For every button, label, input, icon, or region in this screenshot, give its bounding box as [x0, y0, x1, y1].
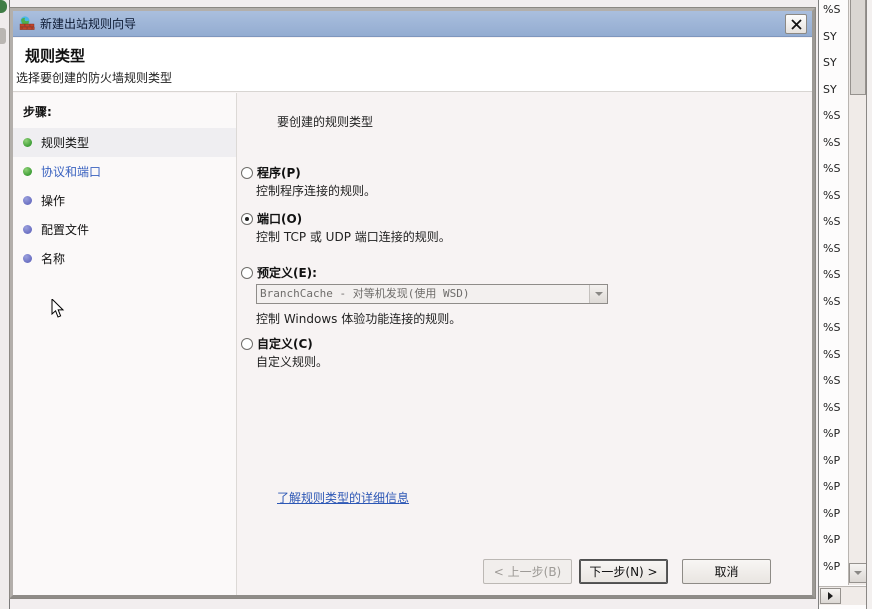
step-label: 协议和端口	[41, 165, 102, 179]
radio-custom[interactable]	[241, 338, 253, 350]
background-list-row: %S	[823, 268, 841, 281]
scroll-down-button[interactable]	[849, 563, 867, 583]
page-subtitle: 选择要创建的防火墙规则类型	[16, 71, 173, 85]
background-icon-fragment	[0, 28, 6, 44]
screen: { "window": { "title": "新建出站规则向导" }, "he…	[0, 0, 872, 609]
background-window-left-edge	[0, 0, 10, 609]
background-icon-fragment	[0, 0, 7, 13]
background-window-list: %S SY SY SY %S %S %S %S %S %S %S %S %S %S %S %S %P %P %P %P…	[818, 0, 872, 609]
step-item-0[interactable]: 规则类型	[13, 128, 236, 157]
step-item-2[interactable]: 操作	[13, 186, 236, 215]
background-list-row: %S	[823, 321, 841, 334]
background-list-row: %S	[823, 135, 841, 149]
option-port-desc: 控制 TCP 或 UDP 端口连接的规则。	[256, 230, 451, 244]
option-program-label[interactable]: 程序(P)	[257, 164, 301, 181]
mouse-cursor	[51, 299, 65, 318]
background-window-frame-edge	[866, 0, 872, 609]
background-list-row: %S	[823, 347, 841, 361]
background-list-row: %S	[823, 400, 841, 414]
new-outbound-rule-wizard-dialog: 新建出站规则向导 规则类型 选择要创建的防火墙规则类型 步骤: 规则类型协议和端…	[10, 8, 815, 598]
background-list-row: %S	[823, 241, 841, 255]
radio-port[interactable]	[241, 213, 253, 225]
title-bar[interactable]: 新建出站规则向导	[13, 11, 812, 37]
radio-program[interactable]	[241, 167, 253, 179]
step-bullet-icon	[23, 196, 32, 205]
wizard-body: 步骤: 规则类型协议和端口操作配置文件名称 要创建的规则类型 程序(P) 控制程…	[13, 93, 812, 595]
close-button[interactable]	[785, 14, 807, 34]
background-list-row: SY	[823, 29, 837, 43]
step-bullet-icon	[23, 254, 32, 263]
back-button[interactable]: < 上一步(B)	[483, 559, 572, 584]
arrow-right-icon	[828, 592, 833, 600]
vertical-scrollbar[interactable]	[848, 0, 867, 585]
option-predefined-label[interactable]: 预定义(E):	[257, 264, 317, 281]
step-bullet-icon	[23, 167, 32, 176]
arrow-down-icon	[854, 571, 862, 575]
radio-predefined[interactable]	[241, 267, 253, 279]
background-list-row: %S	[823, 294, 841, 308]
step-label: 操作	[41, 194, 66, 208]
step-item-4[interactable]: 名称	[13, 244, 236, 273]
close-icon	[790, 18, 802, 30]
background-list-row: %P	[823, 453, 841, 467]
step-item-1[interactable]: 协议和端口	[13, 157, 236, 186]
predefined-dropdown-value: BranchCache - 对等机发现(使用 WSD)	[257, 285, 590, 303]
scroll-right-button[interactable]	[820, 588, 841, 604]
background-list-row: %S	[823, 162, 841, 175]
page-title: 规则类型	[25, 47, 86, 65]
step-item-3[interactable]: 配置文件	[13, 215, 236, 244]
chevron-down-icon	[594, 292, 603, 296]
steps-heading: 步骤:	[23, 105, 52, 119]
background-list-row: SY	[823, 56, 837, 69]
background-list-row: %P	[823, 427, 841, 440]
steps-panel: 步骤: 规则类型协议和端口操作配置文件名称	[13, 93, 237, 595]
prompt-label: 要创建的规则类型	[277, 115, 374, 129]
background-list-row: %P	[823, 559, 841, 573]
background-list-row: %S	[823, 109, 841, 122]
step-label: 规则类型	[41, 136, 90, 150]
option-program-desc: 控制程序连接的规则。	[256, 184, 377, 198]
background-list-row: %S	[823, 374, 841, 387]
step-label: 名称	[41, 252, 66, 266]
predefined-dropdown[interactable]: BranchCache - 对等机发现(使用 WSD)	[256, 284, 608, 304]
background-list-row: %P	[823, 533, 841, 546]
background-list-row: %P	[823, 480, 841, 493]
rule-type-page: 要创建的规则类型 程序(P) 控制程序连接的规则。 端口(O) 控制 TCP 或…	[237, 93, 812, 595]
next-button[interactable]: 下一步(N) >	[579, 559, 668, 584]
option-port-label[interactable]: 端口(O)	[257, 210, 302, 227]
dropdown-arrow-button[interactable]	[590, 285, 607, 303]
background-list-row: SY	[823, 82, 837, 96]
option-custom-label[interactable]: 自定义(C)	[257, 335, 313, 352]
option-custom-desc: 自定义规则。	[256, 355, 329, 369]
learn-more-link[interactable]: 了解规则类型的详细信息	[277, 489, 409, 506]
background-list-row: %S	[823, 188, 841, 202]
horizontal-scrollbar[interactable]	[819, 586, 872, 605]
cancel-button[interactable]: 取消	[682, 559, 771, 584]
window-title: 新建出站规则向导	[40, 17, 137, 31]
option-predefined-desc: 控制 Windows 体验功能连接的规则。	[256, 312, 462, 326]
firewall-icon	[19, 15, 35, 30]
steps-list: 规则类型协议和端口操作配置文件名称	[13, 128, 236, 273]
wizard-header: 规则类型 选择要创建的防火墙规则类型	[13, 38, 812, 92]
scrollbar-thumb[interactable]	[850, 0, 866, 95]
background-list-row: %S	[823, 215, 841, 228]
background-list-row: %P	[823, 506, 841, 520]
step-label: 配置文件	[41, 223, 90, 237]
background-list-row: %S	[823, 3, 841, 16]
step-bullet-icon	[23, 225, 32, 234]
step-bullet-icon	[23, 138, 32, 147]
